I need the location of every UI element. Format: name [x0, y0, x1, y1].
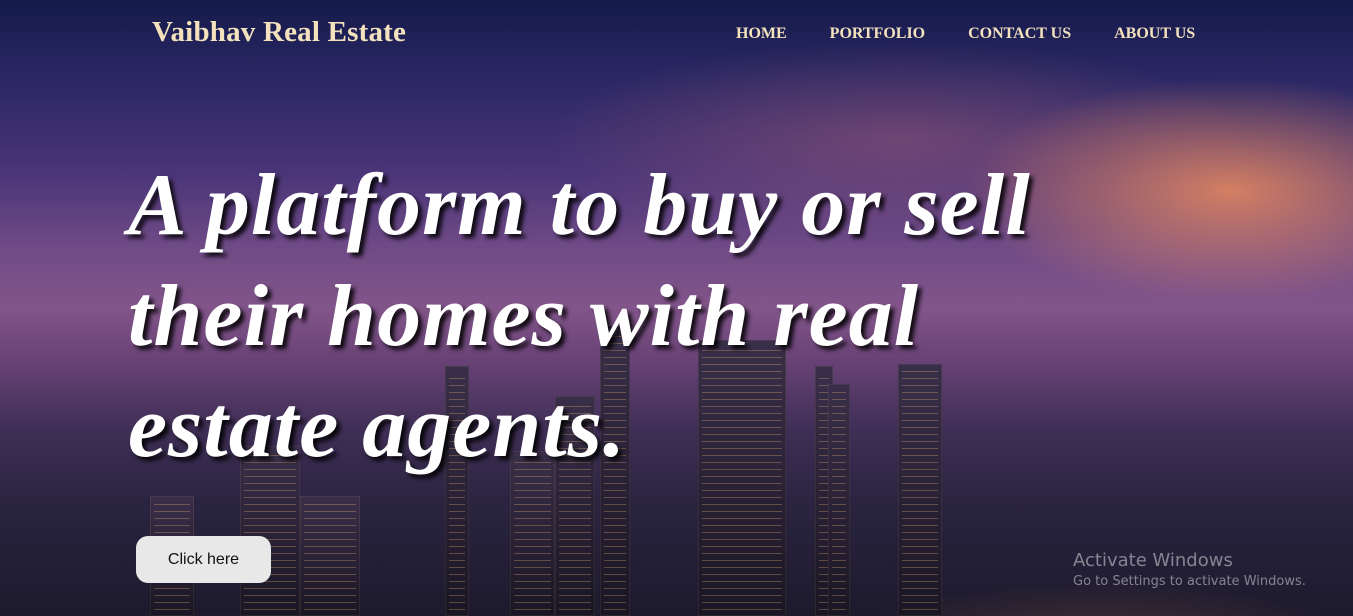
nav-contact-link[interactable]: CONTACT US — [968, 25, 1071, 43]
nav-links: HOME PORTFOLIO CONTACT US ABOUT US — [736, 25, 1238, 43]
nav-portfolio-link[interactable]: PORTFOLIO — [830, 25, 925, 43]
hero-headline: A platform to buy or sell their homes wi… — [128, 157, 1031, 476]
building — [300, 496, 360, 616]
watermark-subtitle: Go to Settings to activate Windows. — [1073, 574, 1306, 589]
nav-home-link[interactable]: HOME — [736, 25, 787, 43]
top-navbar: Vaibhav Real Estate HOME PORTFOLIO CONTA… — [0, 0, 1353, 70]
nav-about-link[interactable]: ABOUT US — [1114, 25, 1195, 43]
click-here-button[interactable]: Click here — [136, 536, 271, 583]
activate-windows-watermark: Activate Windows Go to Settings to activ… — [1073, 550, 1306, 592]
watermark-title: Activate Windows — [1073, 550, 1233, 571]
brand-logo-text[interactable]: Vaibhav Real Estate — [152, 16, 406, 49]
